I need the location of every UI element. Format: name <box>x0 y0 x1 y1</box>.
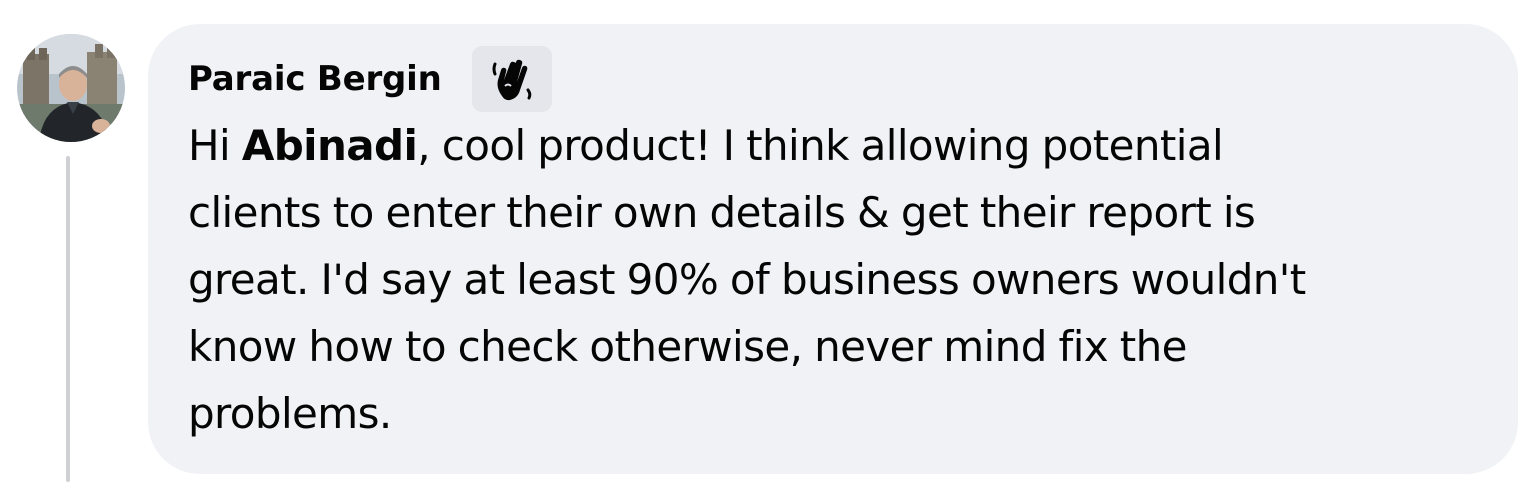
profile-photo <box>17 34 125 142</box>
comment-line-1-text: , cool product! I think allowing potenti… <box>417 121 1224 170</box>
comment-line-2: clients to enter their own details & get… <box>188 188 1256 237</box>
waving-hand-icon <box>492 59 531 101</box>
mention-link[interactable]: Abinadi <box>242 121 418 170</box>
comment-header: Paraic Bergin <box>188 44 552 114</box>
comment-line-3: great. I'd say at least 90% of business … <box>188 255 1306 304</box>
waving-hand-badge[interactable] <box>471 46 552 112</box>
author-name[interactable]: Paraic Bergin <box>188 59 442 99</box>
comment-greeting: Hi <box>188 121 242 170</box>
avatar[interactable] <box>17 34 125 142</box>
comment-text: Hi Abinadi, cool product! I think allowi… <box>188 112 1488 447</box>
comment-line-4: know how to check otherwise, never mind … <box>188 322 1188 371</box>
comment-line-1: Hi Abinadi, cool product! I think allowi… <box>188 112 1488 179</box>
reply-thread-line <box>66 156 70 482</box>
comment-line-5: problems. <box>188 389 392 438</box>
